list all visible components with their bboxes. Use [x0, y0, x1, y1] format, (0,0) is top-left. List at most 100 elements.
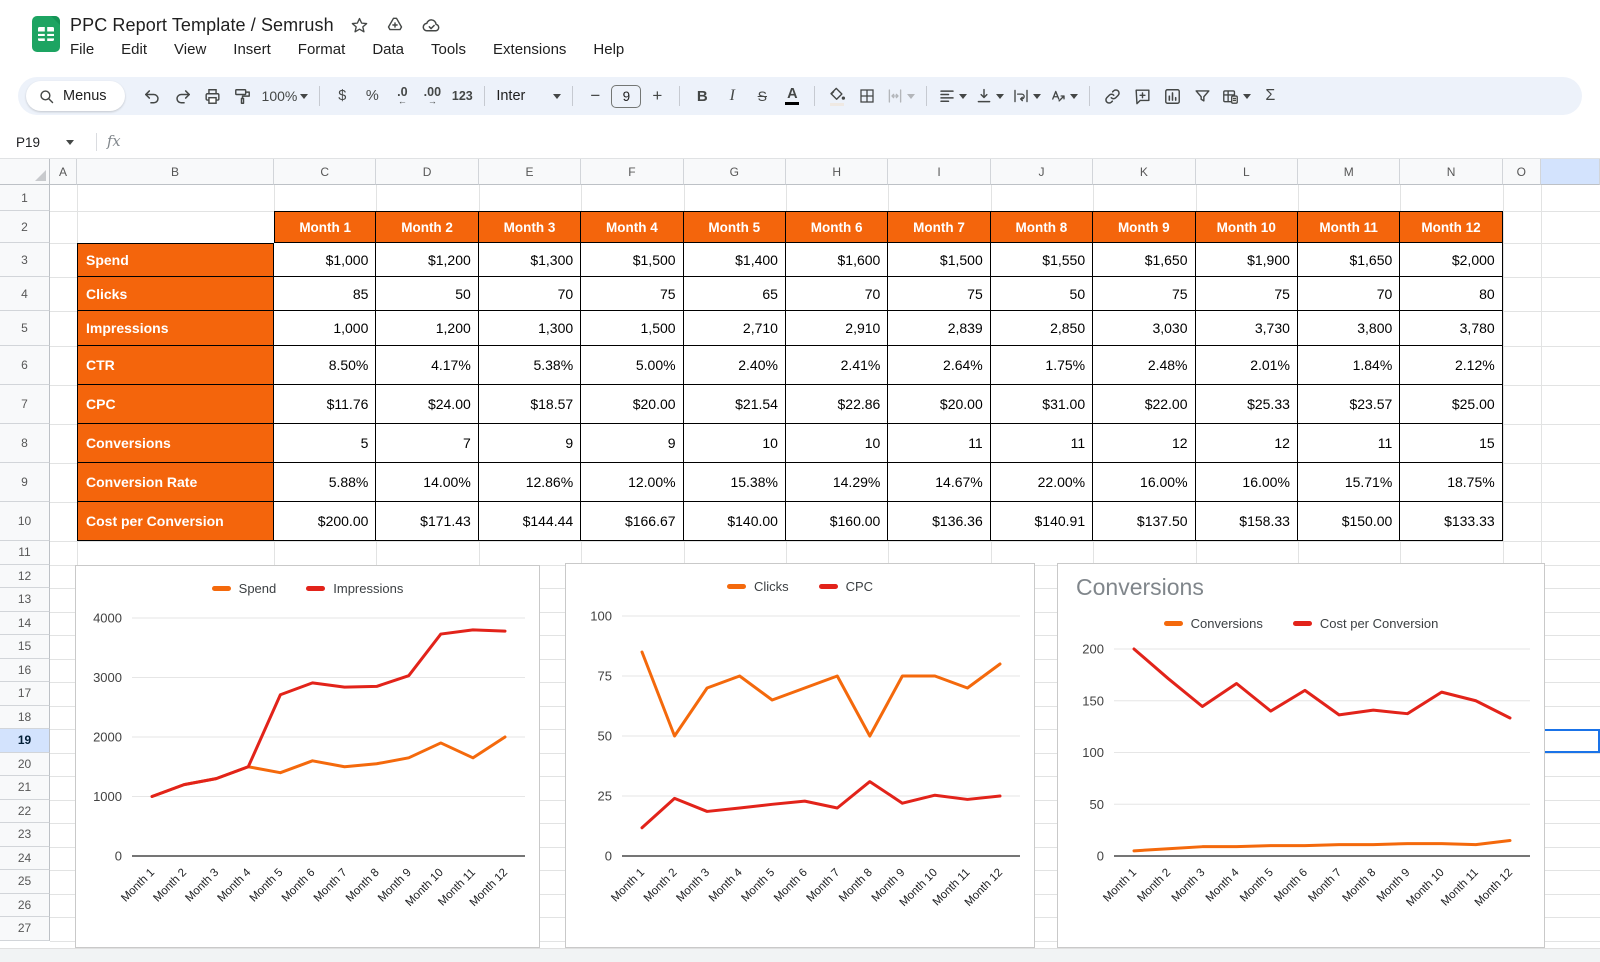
table-cell-clicks-m1[interactable]: 85: [274, 277, 376, 311]
table-cell-conversion-rate-m10[interactable]: 16.00%: [1196, 463, 1298, 502]
table-cell-ctr-m12[interactable]: 2.12%: [1400, 346, 1502, 385]
table-cell-cpc-m6[interactable]: $22.86: [786, 385, 888, 424]
table-cell-conversions-m2[interactable]: 7: [376, 424, 478, 463]
row-header-8[interactable]: 8: [0, 424, 50, 463]
table-cell-ctr-m11[interactable]: 1.84%: [1298, 346, 1400, 385]
table-cell-impressions-m2[interactable]: 1,200: [376, 311, 478, 346]
column-header-f[interactable]: F: [581, 159, 683, 185]
table-cell-cost-per-conversion-m12[interactable]: $133.33: [1400, 502, 1502, 541]
table-col-header-month-12[interactable]: Month 12: [1400, 211, 1502, 243]
table-cell-impressions-m11[interactable]: 3,800: [1298, 311, 1400, 346]
table-row-label[interactable]: Clicks: [77, 277, 274, 311]
table-cell-clicks-m5[interactable]: 65: [684, 277, 786, 311]
row-header-19[interactable]: 19: [0, 729, 50, 753]
table-col-header-month-11[interactable]: Month 11: [1298, 211, 1400, 243]
table-cell-cpc-m1[interactable]: $11.76: [274, 385, 376, 424]
table-cell-impressions-m7[interactable]: 2,839: [888, 311, 990, 346]
row-header-4[interactable]: 4: [0, 277, 50, 311]
table-cell-ctr-m6[interactable]: 2.41%: [786, 346, 888, 385]
table-cell-conversions-m10[interactable]: 12: [1196, 424, 1298, 463]
chart-card-3[interactable]: ConversionsConversionsCost per Conversio…: [1057, 563, 1545, 948]
row-header-9[interactable]: 9: [0, 463, 50, 502]
table-cell-impressions-m12[interactable]: 3,780: [1400, 311, 1502, 346]
row-header-11[interactable]: 11: [0, 541, 50, 565]
column-header-i[interactable]: I: [888, 159, 990, 185]
bottom-scroll-strip[interactable]: [0, 948, 1600, 962]
row-header-12[interactable]: 12: [0, 565, 50, 589]
table-cell-clicks-m7[interactable]: 75: [888, 277, 990, 311]
table-cell-clicks-m11[interactable]: 70: [1298, 277, 1400, 311]
table-cell-impressions-m6[interactable]: 2,910: [786, 311, 888, 346]
table-col-header-month-1[interactable]: Month 1: [274, 211, 376, 243]
row-header-18[interactable]: 18: [0, 706, 50, 730]
table-cell-cost-per-conversion-m1[interactable]: $200.00: [274, 502, 376, 541]
column-header-e[interactable]: E: [479, 159, 581, 185]
table-row-label[interactable]: Spend: [77, 243, 274, 277]
column-header-k[interactable]: K: [1093, 159, 1195, 185]
table-cell-conversion-rate-m9[interactable]: 16.00%: [1093, 463, 1195, 502]
table-cell-conversion-rate-m5[interactable]: 15.38%: [684, 463, 786, 502]
table-row-label[interactable]: Impressions: [77, 311, 274, 346]
column-header-c[interactable]: C: [274, 159, 376, 185]
table-cell-ctr-m7[interactable]: 2.64%: [888, 346, 990, 385]
table-row-label[interactable]: Conversion Rate: [77, 463, 274, 502]
row-header-25[interactable]: 25: [0, 870, 50, 894]
table-cell-impressions-m5[interactable]: 2,710: [684, 311, 786, 346]
table-cell-spend-m8[interactable]: $1,550: [991, 243, 1093, 277]
row-header-3[interactable]: 3: [0, 243, 50, 277]
chart-card-1[interactable]: SpendImpressions01000200030004000Month 1…: [75, 565, 540, 948]
table-cell-impressions-m10[interactable]: 3,730: [1196, 311, 1298, 346]
table-cell-conversion-rate-m2[interactable]: 14.00%: [376, 463, 478, 502]
table-cell-cost-per-conversion-m8[interactable]: $140.91: [991, 502, 1093, 541]
table-cell-ctr-m9[interactable]: 2.48%: [1093, 346, 1195, 385]
table-cell-conversions-m4[interactable]: 9: [581, 424, 683, 463]
table-cell-conversions-m8[interactable]: 11: [991, 424, 1093, 463]
table-cell-clicks-m10[interactable]: 75: [1196, 277, 1298, 311]
table-cell-spend-m3[interactable]: $1,300: [479, 243, 581, 277]
table-cell-cpc-m12[interactable]: $25.00: [1400, 385, 1502, 424]
row-header-17[interactable]: 17: [0, 682, 50, 706]
table-cell-cpc-m10[interactable]: $25.33: [1196, 385, 1298, 424]
column-header-j[interactable]: J: [991, 159, 1093, 185]
table-cell-cpc-m7[interactable]: $20.00: [888, 385, 990, 424]
table-cell-conversion-rate-m3[interactable]: 12.86%: [479, 463, 581, 502]
table-cell-cpc-m5[interactable]: $21.54: [684, 385, 786, 424]
table-col-header-month-2[interactable]: Month 2: [376, 211, 478, 243]
chart-card-2[interactable]: ClicksCPC0255075100Month 1Month 2Month 3…: [565, 563, 1035, 948]
table-cell-clicks-m6[interactable]: 70: [786, 277, 888, 311]
table-cell-spend-m9[interactable]: $1,650: [1093, 243, 1195, 277]
row-header-26[interactable]: 26: [0, 894, 50, 918]
row-header-6[interactable]: 6: [0, 346, 50, 385]
row-header-13[interactable]: 13: [0, 588, 50, 612]
row-header-14[interactable]: 14: [0, 612, 50, 636]
table-cell-cpc-m2[interactable]: $24.00: [376, 385, 478, 424]
table-cell-cost-per-conversion-m2[interactable]: $171.43: [376, 502, 478, 541]
column-header-n[interactable]: N: [1400, 159, 1502, 185]
table-cell-impressions-m4[interactable]: 1,500: [581, 311, 683, 346]
table-cell-clicks-m9[interactable]: 75: [1093, 277, 1195, 311]
table-cell-conversion-rate-m6[interactable]: 14.29%: [786, 463, 888, 502]
table-cell-ctr-m4[interactable]: 5.00%: [581, 346, 683, 385]
table-cell-spend-m2[interactable]: $1,200: [376, 243, 478, 277]
table-col-header-month-10[interactable]: Month 10: [1196, 211, 1298, 243]
table-cell-ctr-m1[interactable]: 8.50%: [274, 346, 376, 385]
row-header-22[interactable]: 22: [0, 800, 50, 824]
row-header-1[interactable]: 1: [0, 185, 50, 211]
column-header-m[interactable]: M: [1298, 159, 1400, 185]
table-cell-conversions-m11[interactable]: 11: [1298, 424, 1400, 463]
table-cell-clicks-m2[interactable]: 50: [376, 277, 478, 311]
table-cell-ctr-m2[interactable]: 4.17%: [376, 346, 478, 385]
row-header-2[interactable]: 2: [0, 211, 50, 243]
column-header-h[interactable]: H: [786, 159, 888, 185]
table-col-header-month-8[interactable]: Month 8: [991, 211, 1093, 243]
row-header-15[interactable]: 15: [0, 635, 50, 659]
table-cell-spend-m12[interactable]: $2,000: [1400, 243, 1502, 277]
column-header-l[interactable]: L: [1196, 159, 1298, 185]
row-header-21[interactable]: 21: [0, 776, 50, 800]
table-cell-spend-m1[interactable]: $1,000: [274, 243, 376, 277]
table-row-label[interactable]: CPC: [77, 385, 274, 424]
row-header-20[interactable]: 20: [0, 753, 50, 777]
table-cell-conversion-rate-m12[interactable]: 18.75%: [1400, 463, 1502, 502]
row-header-24[interactable]: 24: [0, 847, 50, 871]
table-cell-spend-m6[interactable]: $1,600: [786, 243, 888, 277]
